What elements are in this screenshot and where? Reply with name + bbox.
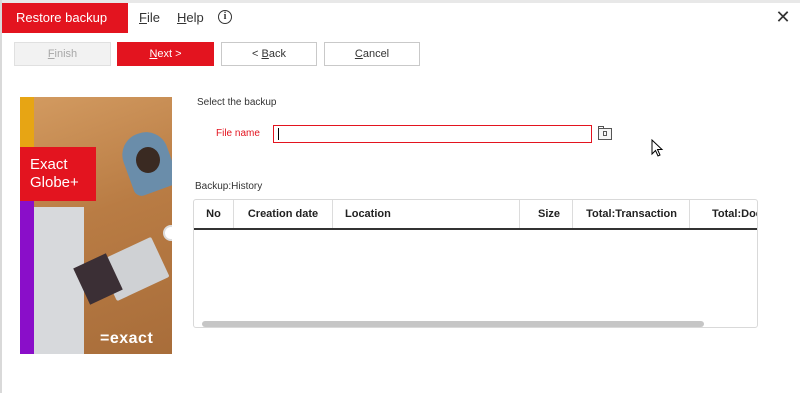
sidebar-stripe-yellow xyxy=(20,97,34,147)
brand-line-2: Globe+ xyxy=(30,174,79,191)
menu-help[interactable]: Help xyxy=(177,3,204,33)
col-no[interactable]: No xyxy=(194,200,234,228)
sidebar-image: Exact Globe+ =exact xyxy=(20,97,172,354)
section-title: Select the backup xyxy=(197,97,277,108)
close-icon[interactable]: ✕ xyxy=(775,8,791,26)
history-table-header: No Creation date Location Size Total:Tra… xyxy=(194,200,757,230)
col-total-transaction[interactable]: Total:Transaction xyxy=(573,200,690,228)
sidebar-photo-floor xyxy=(34,207,84,354)
exact-logo: =exact xyxy=(100,330,154,347)
window-left-edge xyxy=(0,0,2,393)
file-name-label: File name xyxy=(216,128,260,139)
back-button[interactable]: < Back xyxy=(221,42,317,66)
mouse-pointer-icon xyxy=(651,139,664,157)
horizontal-scrollbar[interactable] xyxy=(202,321,752,327)
finish-button[interactable]: Finish xyxy=(14,42,111,66)
history-table[interactable]: No Creation date Location Size Total:Tra… xyxy=(193,199,758,328)
history-title: Backup:History xyxy=(195,181,263,192)
col-total-doc[interactable]: Total:Doc xyxy=(690,200,757,228)
scrollbar-thumb[interactable] xyxy=(202,321,704,327)
brand-line-1: Exact xyxy=(30,156,68,173)
sidebar-stripe-purple xyxy=(20,201,34,354)
col-creation-date[interactable]: Creation date xyxy=(234,200,333,228)
window-title: Restore backup xyxy=(2,3,128,33)
cancel-button[interactable]: Cancel xyxy=(324,42,420,66)
col-size[interactable]: Size xyxy=(520,200,573,228)
sidebar-brand: Exact Globe+ xyxy=(20,147,96,201)
text-caret xyxy=(278,128,279,140)
sidebar-photo-cup xyxy=(163,225,172,241)
sidebar-photo-head xyxy=(136,147,160,173)
menu-file[interactable]: File xyxy=(139,3,160,33)
col-location[interactable]: Location xyxy=(333,200,520,228)
file-name-input[interactable] xyxy=(273,125,592,143)
folder-browse-icon[interactable] xyxy=(598,126,612,140)
next-button[interactable]: Next > xyxy=(117,42,214,66)
info-icon[interactable]: i xyxy=(218,10,232,24)
